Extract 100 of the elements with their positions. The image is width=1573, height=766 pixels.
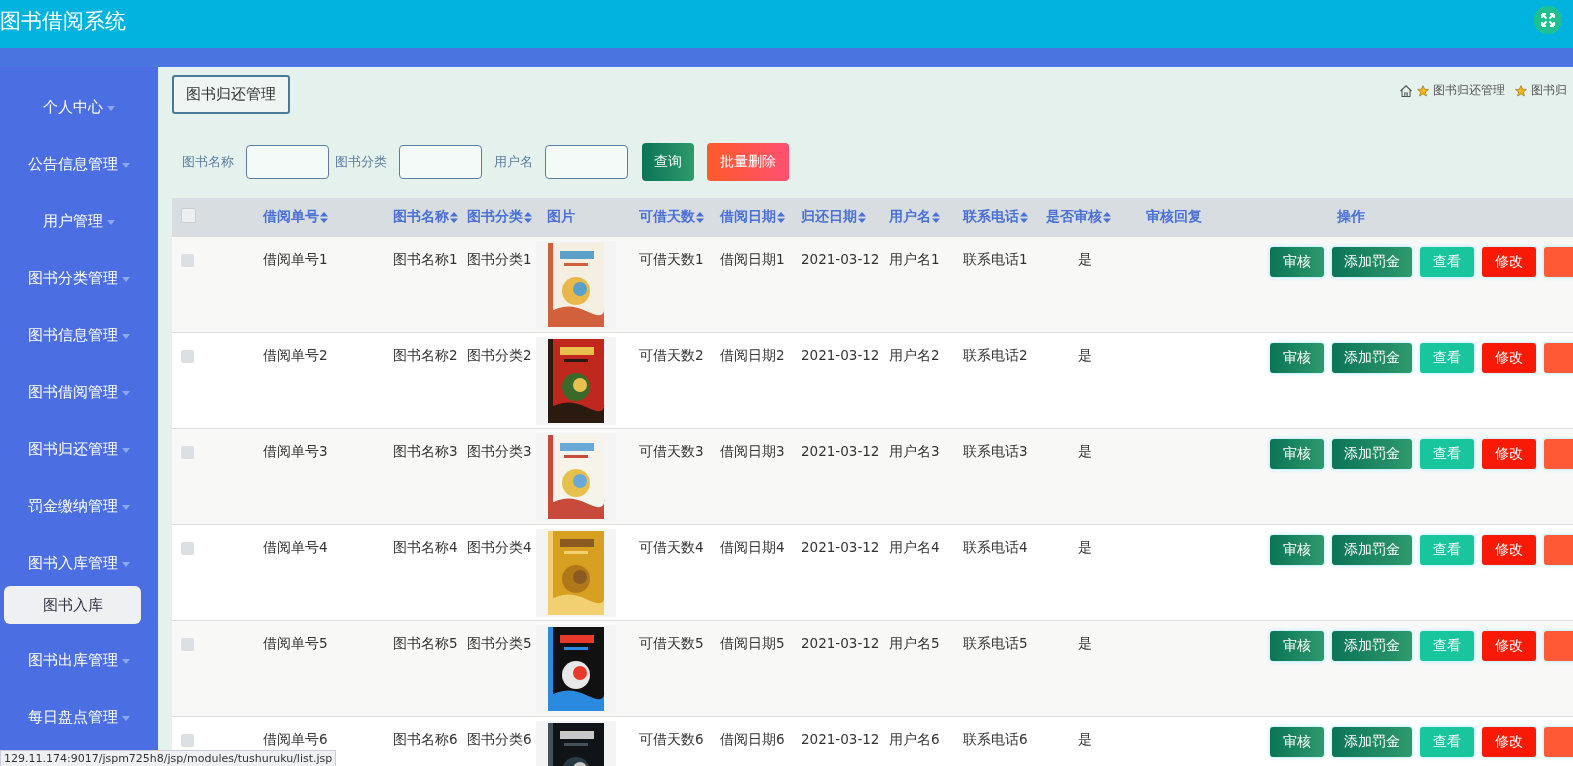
sidebar-item[interactable]: 图书信息管理 bbox=[0, 307, 158, 364]
row-checkbox[interactable] bbox=[181, 350, 194, 363]
sort-icon[interactable] bbox=[932, 211, 940, 223]
search-button[interactable]: 查询 bbox=[642, 143, 694, 181]
column-header: 归还日期 bbox=[801, 208, 857, 226]
batch-delete-button[interactable]: 批量删除 bbox=[707, 143, 789, 181]
edit-button[interactable]: 修改 bbox=[1482, 631, 1536, 661]
sidebar-item[interactable]: 图书分类管理 bbox=[0, 250, 158, 307]
sort-icon[interactable] bbox=[1103, 211, 1111, 223]
fine-button[interactable]: 添加罚金 bbox=[1332, 439, 1412, 469]
column-header: 图书名称 bbox=[393, 208, 449, 226]
table-cell: 用户名1 bbox=[889, 251, 940, 267]
table-cell: 联系电话5 bbox=[963, 635, 1028, 651]
sidebar-item[interactable]: 个人中心 bbox=[0, 79, 158, 136]
sort-icon[interactable] bbox=[524, 211, 532, 223]
page-tab[interactable]: 图书归还管理 bbox=[172, 75, 290, 114]
input-field[interactable] bbox=[545, 145, 628, 179]
table-cell: 图书名称5 bbox=[393, 635, 458, 651]
sort-icon[interactable] bbox=[858, 211, 866, 223]
input-field[interactable] bbox=[399, 145, 482, 179]
caret-icon bbox=[122, 659, 130, 664]
row-checkbox[interactable] bbox=[181, 638, 194, 651]
breadcrumb-link[interactable]: 图书归还管理 bbox=[1433, 82, 1505, 99]
table-cell: 联系电话6 bbox=[963, 731, 1028, 747]
field-label: 图书名称 bbox=[182, 153, 234, 171]
review-button[interactable]: 审核 bbox=[1270, 439, 1324, 469]
table-cell: 可借天数3 bbox=[639, 443, 704, 459]
table-cell: 可借天数1 bbox=[639, 251, 704, 267]
caret-icon bbox=[122, 562, 130, 567]
caret-icon bbox=[107, 106, 115, 111]
table-cell: 借阅日期4 bbox=[720, 539, 785, 555]
table-cell: 图书分类2 bbox=[467, 347, 532, 363]
table-cell: 是 bbox=[1078, 443, 1092, 459]
caret-icon bbox=[122, 448, 130, 453]
breadcrumb-link[interactable]: 图书归 bbox=[1531, 82, 1567, 99]
review-button[interactable]: 审核 bbox=[1270, 631, 1324, 661]
table-cell: 借阅单号3 bbox=[263, 443, 328, 459]
edit-button[interactable]: 修改 bbox=[1482, 343, 1536, 373]
table-cell: 联系电话4 bbox=[963, 539, 1028, 555]
column-header: 图片 bbox=[547, 208, 575, 226]
edit-button[interactable]: 修改 bbox=[1482, 247, 1536, 277]
sort-icon[interactable] bbox=[450, 211, 458, 223]
sidebar-item[interactable]: 图书出库管理 bbox=[0, 632, 158, 689]
table-cell: 是 bbox=[1078, 635, 1092, 651]
sidebar-item[interactable]: 每日盘点管理 bbox=[0, 689, 158, 746]
submenu-item[interactable]: 图书入库 bbox=[4, 586, 141, 624]
table-cell: 图书名称4 bbox=[393, 539, 458, 555]
fine-button[interactable]: 添加罚金 bbox=[1332, 343, 1412, 373]
table-cell: 2021-03-12 bbox=[801, 539, 880, 555]
table-cell: 2021-03-12 bbox=[801, 347, 880, 363]
caret-icon bbox=[122, 163, 130, 168]
table-cell: 图书名称1 bbox=[393, 251, 458, 267]
table-cell: 借阅日期6 bbox=[720, 731, 785, 747]
table-cell: 2021-03-12 bbox=[801, 443, 880, 459]
sort-icon[interactable] bbox=[777, 211, 785, 223]
row-checkbox[interactable] bbox=[181, 446, 194, 459]
fine-button[interactable]: 添加罚金 bbox=[1332, 631, 1412, 661]
sort-icon[interactable] bbox=[1020, 211, 1028, 223]
star-icon bbox=[1515, 84, 1527, 97]
caret-icon bbox=[122, 505, 130, 510]
review-button[interactable]: 审核 bbox=[1270, 535, 1324, 565]
table-cell: 2021-03-12 bbox=[801, 635, 880, 651]
sidebar-item[interactable]: 图书归还管理 bbox=[0, 421, 158, 478]
app-title: 图书借阅系统 bbox=[0, 8, 126, 35]
fine-button[interactable]: 添加罚金 bbox=[1332, 727, 1412, 757]
row-checkbox[interactable] bbox=[181, 734, 194, 747]
table-cell: 图书名称2 bbox=[393, 347, 458, 363]
input-field[interactable] bbox=[246, 145, 329, 179]
table-cell: 用户名4 bbox=[889, 539, 940, 555]
row-checkbox[interactable] bbox=[181, 542, 194, 555]
sort-icon[interactable] bbox=[320, 211, 328, 223]
table-cell: 是 bbox=[1078, 347, 1092, 363]
edit-button[interactable]: 修改 bbox=[1482, 439, 1536, 469]
review-button[interactable]: 审核 bbox=[1270, 343, 1324, 373]
sidebar-item[interactable]: 公告信息管理 bbox=[0, 136, 158, 193]
edit-button[interactable]: 修改 bbox=[1482, 727, 1536, 757]
table-cell: 图书分类3 bbox=[467, 443, 532, 459]
sort-icon[interactable] bbox=[696, 211, 704, 223]
select-all-checkbox[interactable] bbox=[181, 208, 196, 223]
column-header: 可借天数 bbox=[639, 208, 695, 226]
column-header: 图书分类 bbox=[467, 208, 523, 226]
fine-button[interactable]: 添加罚金 bbox=[1332, 247, 1412, 277]
table-cell: 借阅日期3 bbox=[720, 443, 785, 459]
fine-button[interactable]: 添加罚金 bbox=[1332, 535, 1412, 565]
row-checkbox[interactable] bbox=[181, 254, 194, 267]
table-cell: 2021-03-12 bbox=[801, 731, 880, 747]
home-icon[interactable] bbox=[1399, 83, 1413, 98]
table-cell: 借阅日期2 bbox=[720, 347, 785, 363]
table-cell: 借阅单号6 bbox=[263, 731, 328, 747]
table-cell: 可借天数6 bbox=[639, 731, 704, 747]
caret-icon bbox=[107, 220, 115, 225]
edit-button[interactable]: 修改 bbox=[1482, 535, 1536, 565]
review-button[interactable]: 审核 bbox=[1270, 727, 1324, 757]
field-label: 用户名 bbox=[494, 153, 533, 171]
sidebar-item[interactable]: 罚金缴纳管理 bbox=[0, 478, 158, 535]
fullscreen-icon[interactable] bbox=[1534, 6, 1562, 34]
review-button[interactable]: 审核 bbox=[1270, 247, 1324, 277]
sidebar-item[interactable]: 用户管理 bbox=[0, 193, 158, 250]
caret-icon bbox=[122, 334, 130, 339]
sidebar-item[interactable]: 图书借阅管理 bbox=[0, 364, 158, 421]
